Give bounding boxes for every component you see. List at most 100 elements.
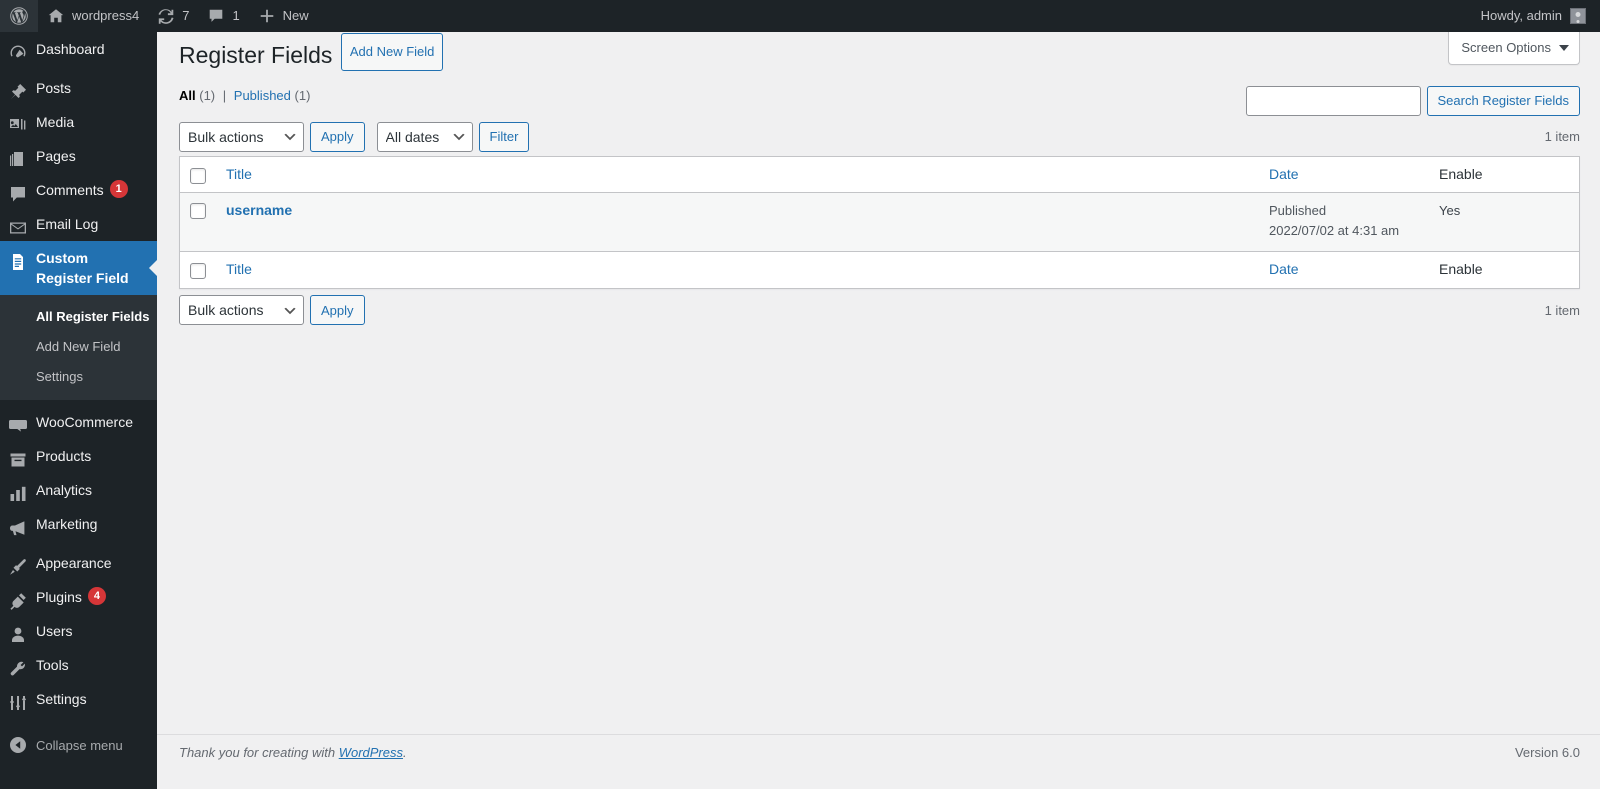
sidebar-item-comments[interactable]: Comments 1 (0, 173, 157, 207)
sidebar-item-products[interactable]: Products (0, 439, 157, 473)
sidebar-item-analytics[interactable]: Analytics (0, 473, 157, 507)
submenu-item-settings[interactable]: Settings (0, 362, 157, 392)
woocommerce-icon (0, 405, 36, 439)
sort-title-link[interactable]: Title (226, 166, 252, 182)
my-account-menu[interactable]: Howdy, admin (1472, 0, 1600, 32)
user-icon (0, 614, 36, 648)
view-published[interactable]: Published (1) (234, 83, 311, 109)
admin-sidebar: Dashboard Posts Media Pages Comments 1 E… (0, 32, 157, 789)
submenu-item-add-new-field[interactable]: Add New Field (0, 332, 157, 362)
filter-button[interactable]: Filter (478, 121, 530, 152)
table-footer-row: Title Date Enable (180, 251, 1579, 288)
table-row: username Published 2022/07/02 at 4:31 am… (180, 193, 1579, 252)
sidebar-item-label: Tools (36, 657, 69, 673)
sort-date-link-bottom[interactable]: Date (1269, 261, 1299, 277)
footer-thanks-suffix: . (403, 745, 407, 760)
pages-icon (0, 139, 36, 173)
sidebar-item-label: Media (36, 114, 75, 130)
collapse-menu-button[interactable]: Collapse menu (0, 728, 157, 762)
view-all-link[interactable]: All (179, 88, 196, 103)
add-new-field-button[interactable]: Add New Field (340, 33, 444, 71)
sidebar-item-label: Analytics (36, 482, 93, 498)
admin-footer: Thank you for creating with WordPress. V… (157, 734, 1600, 789)
view-published-link[interactable]: Published (234, 88, 291, 103)
footer-version: Version 6.0 (1514, 745, 1580, 760)
products-box-icon (0, 439, 36, 473)
site-name-menu[interactable]: wordpress4 (38, 0, 148, 32)
media-icon (0, 105, 36, 139)
footer-thankyou: Thank you for creating with WordPress. (179, 745, 407, 760)
admin-bar: wordpress4 7 1 New Howdy, admin (0, 0, 1600, 32)
screen-options-label: Screen Options (1461, 40, 1551, 55)
sidebar-item-woocommerce[interactable]: WooCommerce (0, 405, 157, 439)
search-register-fields-button[interactable]: Search Register Fields (1426, 85, 1580, 116)
sidebar-item-marketing[interactable]: Marketing (0, 507, 157, 541)
date-filter-select[interactable]: All dates July 2022 (376, 121, 473, 152)
bulk-action-select-top[interactable]: Bulk actions Edit Move to Trash (179, 121, 304, 152)
view-all-count: (1) (199, 87, 216, 103)
apply-button-top[interactable]: Apply (310, 121, 365, 152)
row-title-cell: username (216, 193, 1259, 251)
wpbody-content: Screen Options Register Fields Add New F… (157, 32, 1600, 734)
sidebar-item-tools[interactable]: Tools (0, 648, 157, 682)
view-published-count: (1) (294, 87, 311, 103)
admin-bar-right: Howdy, admin (1472, 0, 1600, 32)
admin-menu: Dashboard Posts Media Pages Comments 1 E… (0, 32, 157, 762)
sidebar-item-users[interactable]: Users (0, 614, 157, 648)
sidebar-item-label: Pages (36, 148, 76, 164)
sidebar-item-email-log[interactable]: Email Log (0, 207, 157, 241)
column-header-title[interactable]: Title (216, 157, 1259, 194)
sidebar-item-label: Products (36, 448, 92, 464)
comments-count: 1 (232, 8, 240, 23)
displaying-num-bottom: 1 item (1544, 302, 1580, 318)
row-date-status: Published (1269, 203, 1327, 219)
sidebar-item-dashboard[interactable]: Dashboard (0, 32, 157, 66)
apply-button-bottom[interactable]: Apply (310, 295, 365, 326)
comments-icon (0, 173, 36, 207)
sidebar-item-label: Custom Register Field (36, 250, 129, 286)
sidebar-item-label: Marketing (36, 516, 98, 532)
column-footer-title[interactable]: Title (216, 251, 1259, 288)
sidebar-item-settings[interactable]: Settings (0, 682, 157, 716)
email-envelope-icon (0, 207, 36, 241)
sidebar-item-custom-register-field[interactable]: Custom Register Field (0, 241, 157, 295)
screen-meta-links: Screen Options (1448, 32, 1580, 66)
row-checkbox[interactable] (190, 203, 206, 220)
sidebar-item-text: Comments (36, 182, 104, 198)
sort-title-link-bottom[interactable]: Title (226, 261, 252, 277)
sidebar-item-posts[interactable]: Posts (0, 71, 157, 105)
megaphone-icon (0, 507, 36, 541)
wordpress-link[interactable]: WordPress (339, 745, 403, 760)
updates-menu[interactable]: 7 (148, 0, 198, 32)
screen-options-button[interactable]: Screen Options (1448, 32, 1580, 66)
bulk-actions-top: Bulk actions Edit Move to Trash Apply Al… (179, 121, 530, 152)
site-name-label: wordpress4 (72, 8, 140, 23)
row-title-link[interactable]: username (226, 202, 292, 218)
column-header-date[interactable]: Date (1259, 157, 1429, 194)
new-content-menu[interactable]: New (249, 0, 318, 32)
column-footer-date[interactable]: Date (1259, 251, 1429, 288)
comments-menu[interactable]: 1 (198, 0, 248, 32)
row-enable-cell: Yes (1429, 193, 1579, 251)
select-all-checkbox-top[interactable] (190, 167, 206, 184)
bulk-action-select-bottom[interactable]: Bulk actions Edit Move to Trash (179, 295, 304, 326)
new-content-label: New (282, 8, 309, 23)
sidebar-item-appearance[interactable]: Appearance (0, 546, 157, 580)
column-header-enable: Enable (1429, 157, 1579, 194)
plugin-plug-icon (0, 580, 36, 614)
select-all-checkbox-bottom[interactable] (190, 263, 206, 280)
views-filter-list: All (1) | Published (1) (179, 83, 310, 109)
views-separator: | (222, 87, 227, 103)
view-all[interactable]: All (1) | (179, 83, 230, 109)
plus-icon (258, 7, 276, 25)
sliders-icon (0, 682, 36, 716)
sidebar-item-label: Users (36, 623, 73, 639)
sidebar-item-media[interactable]: Media (0, 105, 157, 139)
sidebar-item-plugins[interactable]: Plugins 4 (0, 580, 157, 614)
sidebar-item-pages[interactable]: Pages (0, 139, 157, 173)
home-icon (47, 7, 65, 25)
sort-date-link[interactable]: Date (1269, 166, 1299, 182)
submenu-item-all-register-fields[interactable]: All Register Fields (0, 302, 157, 332)
wordpress-logo-menu[interactable] (0, 0, 38, 32)
search-input[interactable] (1245, 85, 1421, 116)
